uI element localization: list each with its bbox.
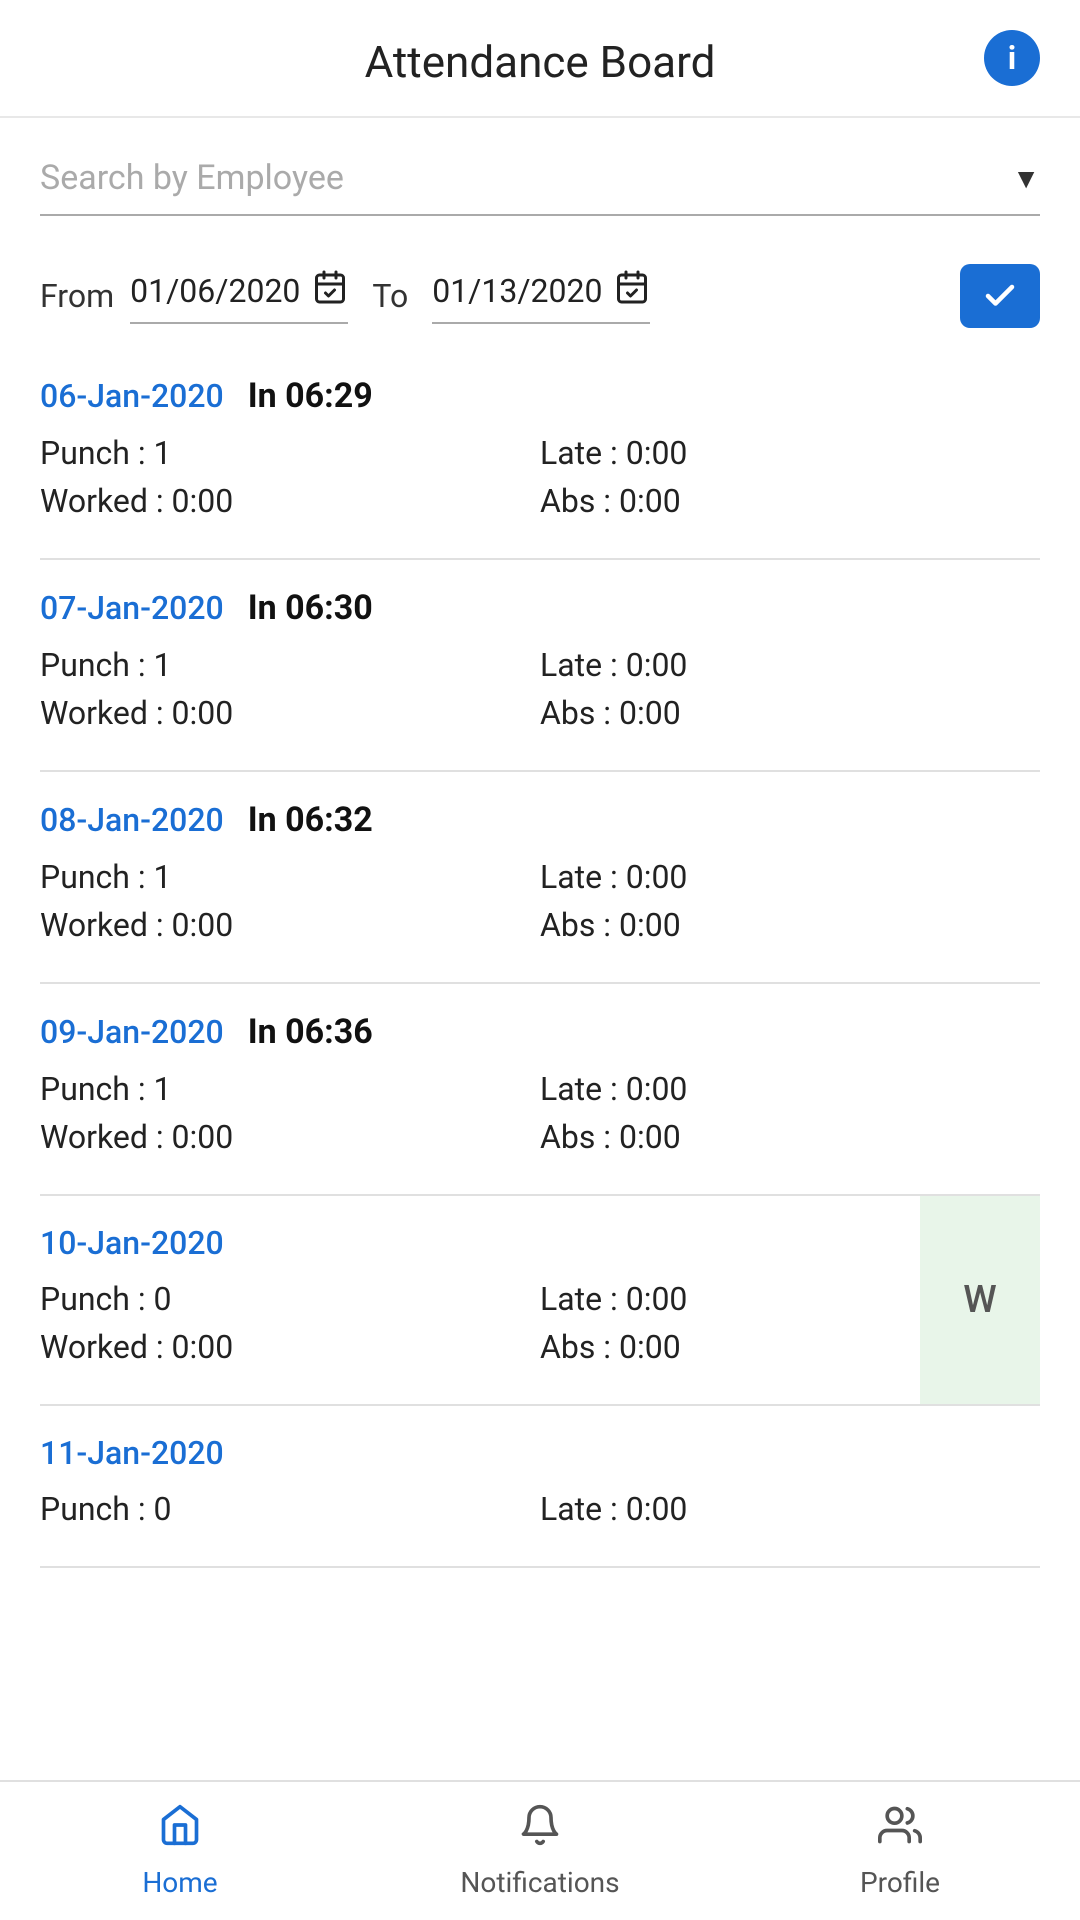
worked-value: Worked : 0:00 [40,1118,540,1156]
nav-notifications[interactable]: Notifications [360,1803,720,1899]
entry-row-punch-late: Punch : 1 Late : 0:00 [40,858,1040,896]
attendance-entry[interactable]: 09-Jan-2020 In 06:36 Punch : 1 Late : 0:… [40,984,1040,1196]
search-placeholder: Search by Employee [40,158,344,198]
profile-icon [878,1803,922,1858]
profile-label: Profile [860,1866,940,1899]
entry-header: 08-Jan-2020 In 06:32 [40,800,1040,840]
worked-value: Worked : 0:00 [40,906,540,944]
employee-search-dropdown[interactable]: Search by Employee ▼ [40,158,1040,216]
entry-row-worked-abs: Worked : 0:00 Abs : 0:00 [40,906,1040,944]
nav-home[interactable]: Home [0,1803,360,1899]
late-value: Late : 0:00 [540,858,1040,896]
entry-date: 07-Jan-2020 [40,589,224,627]
entry-row-worked-abs: Worked : 0:00 Abs : 0:00 [40,1328,1040,1366]
nav-profile[interactable]: Profile [720,1803,1080,1899]
search-section: Search by Employee ▼ [0,118,1080,236]
attendance-entry[interactable]: 06-Jan-2020 In 06:29 Punch : 1 Late : 0:… [40,348,1040,560]
punch-value: Punch : 1 [40,434,540,472]
from-calendar-icon[interactable] [312,269,348,314]
entry-header: 09-Jan-2020 In 06:36 [40,1012,1040,1052]
to-date-input[interactable]: 01/13/2020 [432,269,650,324]
bottom-navigation: Home Notifications Profile [0,1780,1080,1920]
worked-value: Worked : 0:00 [40,482,540,520]
entry-date: 11-Jan-2020 [40,1434,224,1472]
to-date-value: 01/13/2020 [432,272,602,310]
home-label: Home [142,1866,217,1899]
attendance-entry[interactable]: 10-Jan-2020 Punch : 0 Late : 0:00 Worked… [40,1196,1040,1406]
abs-value: Abs : 0:00 [540,906,1040,944]
entry-date: 06-Jan-2020 [40,377,224,415]
to-calendar-icon[interactable] [614,269,650,314]
date-range-section: From 01/06/2020 To 01/13/2020 [0,236,1080,348]
late-value: Late : 0:00 [540,434,1040,472]
weekend-badge: W [920,1196,1040,1404]
punch-value: Punch : 1 [40,858,540,896]
entry-row-punch-late: Punch : 0 Late : 0:00 [40,1280,1040,1318]
info-button[interactable]: i [984,30,1040,86]
from-label: From [40,277,114,315]
entry-header: 07-Jan-2020 In 06:30 [40,588,1040,628]
entry-header: 11-Jan-2020 [40,1434,1040,1472]
punch-value: Punch : 0 [40,1490,540,1528]
attendance-entry[interactable]: 07-Jan-2020 In 06:30 Punch : 1 Late : 0:… [40,560,1040,772]
entry-header: 06-Jan-2020 In 06:29 [40,376,1040,416]
home-icon [158,1803,202,1858]
entry-header: 10-Jan-2020 [40,1224,1040,1262]
entry-date: 08-Jan-2020 [40,801,224,839]
entry-in-time: In 06:36 [248,1012,373,1052]
dropdown-arrow-icon: ▼ [1012,162,1040,195]
abs-value: Abs : 0:00 [540,694,1040,732]
entry-row-punch-late: Punch : 1 Late : 0:00 [40,434,1040,472]
confirm-date-button[interactable] [960,264,1040,328]
worked-value: Worked : 0:00 [40,1328,540,1366]
abs-value: Abs : 0:00 [540,482,1040,520]
punch-value: Punch : 1 [40,646,540,684]
entry-row-punch-late: Punch : 1 Late : 0:00 [40,646,1040,684]
notifications-label: Notifications [460,1866,619,1899]
bell-icon [518,1803,562,1858]
attendance-entries: 06-Jan-2020 In 06:29 Punch : 1 Late : 0:… [0,348,1080,1568]
abs-value: Abs : 0:00 [540,1118,1040,1156]
entry-in-time: In 06:30 [248,588,373,628]
to-label: To [372,277,408,315]
entry-row-worked-abs: Worked : 0:00 Abs : 0:00 [40,482,1040,520]
late-value: Late : 0:00 [540,1490,1040,1528]
punch-value: Punch : 1 [40,1070,540,1108]
late-value: Late : 0:00 [540,646,1040,684]
entry-row-punch-late: Punch : 0 Late : 0:00 [40,1490,1040,1528]
entry-date: 09-Jan-2020 [40,1013,224,1051]
entry-in-time: In 06:29 [248,376,373,416]
late-value: Late : 0:00 [540,1070,1040,1108]
entry-in-time: In 06:32 [248,800,373,840]
entry-row-worked-abs: Worked : 0:00 Abs : 0:00 [40,694,1040,732]
worked-value: Worked : 0:00 [40,694,540,732]
from-date-value: 01/06/2020 [130,272,300,310]
entry-row-punch-late: Punch : 1 Late : 0:00 [40,1070,1040,1108]
entry-row-worked-abs: Worked : 0:00 Abs : 0:00 [40,1118,1040,1156]
attendance-entry[interactable]: 08-Jan-2020 In 06:32 Punch : 1 Late : 0:… [40,772,1040,984]
page-title: Attendance Board [365,36,716,88]
app-header: Attendance Board i [0,0,1080,118]
entry-date: 10-Jan-2020 [40,1224,224,1262]
attendance-entry[interactable]: 11-Jan-2020 Punch : 0 Late : 0:00 [40,1406,1040,1568]
punch-value: Punch : 0 [40,1280,540,1318]
from-date-input[interactable]: 01/06/2020 [130,269,348,324]
